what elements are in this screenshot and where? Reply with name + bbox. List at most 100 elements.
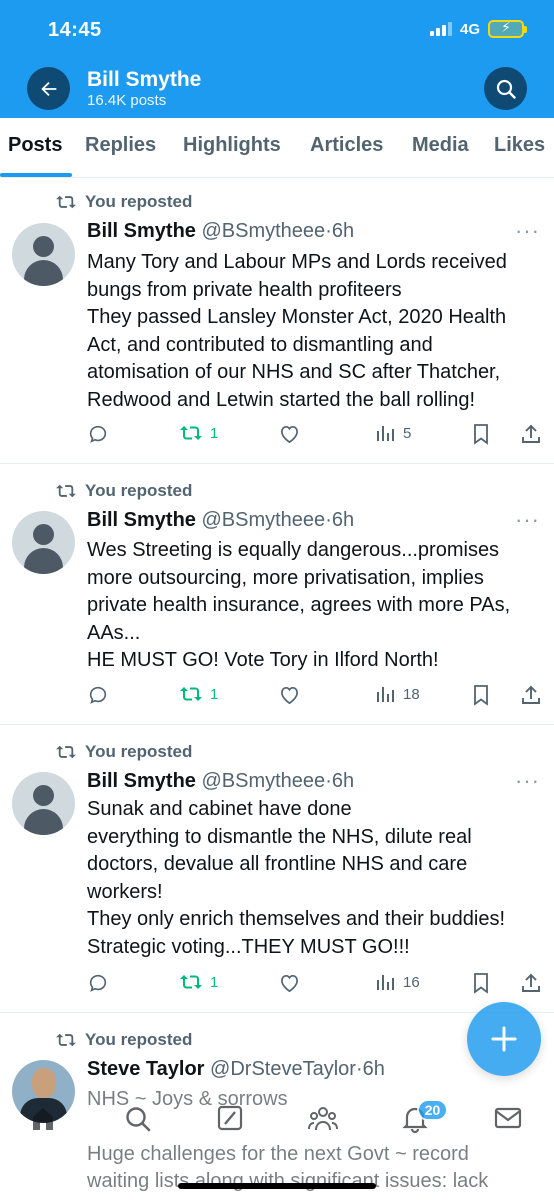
repost-icon [180, 426, 202, 440]
status-time: 14:45 [48, 19, 102, 41]
view-count: 5 [403, 424, 412, 442]
repost-indicator: You reposted [55, 481, 192, 501]
post-count: 16.4K posts [87, 92, 167, 109]
bookmark-icon [474, 973, 488, 994]
tab-likes[interactable]: Likes [494, 134, 545, 157]
more-options-icon[interactable]: ··· [515, 218, 540, 244]
share-button[interactable] [520, 423, 542, 445]
search-button[interactable] [484, 67, 527, 110]
reply-icon [89, 425, 107, 443]
author-handle: @BSmytheee [201, 770, 326, 792]
post-time: 6h [331, 220, 355, 242]
post-time: 6h [331, 770, 355, 792]
like-button[interactable] [278, 972, 301, 993]
repost-button[interactable]: 1 [179, 972, 218, 992]
heart-icon [281, 686, 298, 705]
network-type: 4G [459, 20, 480, 38]
nav-messages[interactable] [493, 1104, 523, 1137]
like-button[interactable] [278, 684, 301, 705]
like-button[interactable] [278, 423, 301, 444]
post-author: Bill Smythe @BSmytheee·6h [87, 509, 355, 531]
view-count: 16 [403, 973, 420, 991]
back-button[interactable] [27, 67, 70, 110]
author-name[interactable]: Bill Smythe [87, 770, 196, 792]
author-name[interactable]: Bill Smythe [87, 509, 196, 531]
active-tab-indicator [0, 173, 72, 177]
bottom-navigation [0, 1092, 554, 1152]
views-button[interactable]: 18 [376, 684, 420, 704]
post[interactable]: You reposted Bill Smythe @BSmytheee·6h ·… [0, 726, 554, 1013]
compose-button[interactable] [467, 1002, 541, 1076]
author-handle: @BSmytheee [201, 220, 326, 242]
author-name[interactable]: Bill Smythe [87, 220, 196, 242]
tab-highlights[interactable]: Highlights [183, 134, 281, 157]
tab-articles[interactable]: Articles [310, 134, 383, 157]
search-icon [126, 1107, 151, 1132]
reply-icon [89, 974, 107, 992]
reply-icon [89, 686, 107, 704]
heart-icon [281, 974, 298, 993]
bookmark-icon [474, 685, 488, 706]
share-icon [522, 973, 540, 992]
post[interactable]: You reposted Bill Smythe @BSmytheee·6h ·… [0, 465, 554, 725]
post-actions: 1 5 [87, 423, 545, 447]
view-count: 18 [403, 685, 420, 703]
repost-indicator: You reposted [55, 192, 192, 212]
repost-icon [56, 745, 76, 759]
bookmark-button[interactable] [472, 972, 490, 994]
tab-media[interactable]: Media [412, 134, 469, 157]
bookmark-button[interactable] [472, 423, 490, 445]
avatar[interactable] [12, 511, 75, 574]
nav-communities[interactable] [307, 1104, 339, 1139]
author-name[interactable]: Steve Taylor [87, 1058, 204, 1080]
post-time: 6h [362, 1058, 385, 1080]
status-indicators: 4G ⚡ [429, 19, 527, 38]
repost-button[interactable]: 1 [179, 684, 218, 704]
repost-icon [180, 687, 202, 701]
post-text: Sunak and cabinet have done everything to… [87, 798, 506, 958]
profile-header: 14:45 4G ⚡ Bill Smythe 16.4K posts [0, 0, 554, 118]
reply-button[interactable] [87, 684, 109, 706]
nav-grok[interactable] [216, 1104, 244, 1137]
repost-button[interactable]: 1 [179, 423, 218, 443]
repost-count: 1 [210, 424, 219, 442]
profile-tabs: Posts Replies Highlights Articles Media … [0, 118, 554, 178]
post[interactable]: You reposted Bill Smythe @BSmytheee·6h ·… [0, 179, 554, 464]
plus-icon [491, 1026, 517, 1052]
signal-icon [429, 22, 452, 36]
battery-icon: ⚡ [488, 19, 527, 38]
post-author: Bill Smythe @BSmytheee·6h [87, 770, 355, 792]
home-indicator [178, 1183, 376, 1189]
avatar[interactable] [12, 772, 75, 835]
reply-button[interactable] [87, 423, 109, 445]
views-button[interactable]: 5 [376, 423, 411, 443]
heart-icon [281, 425, 298, 444]
post-time: 6h [331, 509, 355, 531]
post-author: Bill Smythe @BSmytheee·6h [87, 220, 355, 242]
communities-icon [308, 1107, 338, 1131]
more-options-icon[interactable]: ··· [515, 768, 540, 794]
nav-home[interactable] [28, 1104, 58, 1139]
more-options-icon[interactable]: ··· [515, 507, 540, 533]
tab-posts[interactable]: Posts [8, 134, 62, 157]
mail-icon [494, 1107, 522, 1129]
repost-icon [56, 195, 76, 209]
repost-indicator: You reposted [55, 742, 192, 762]
bookmark-icon [474, 424, 488, 445]
post-author: Steve Taylor @DrSteveTaylor·6h [87, 1058, 385, 1080]
share-button[interactable] [520, 684, 542, 706]
avatar[interactable] [12, 223, 75, 286]
reply-button[interactable] [87, 972, 109, 994]
views-button[interactable]: 16 [376, 972, 420, 992]
views-icon [377, 687, 394, 702]
share-button[interactable] [520, 972, 542, 994]
nav-search[interactable] [123, 1104, 153, 1139]
views-icon [377, 975, 394, 990]
bookmark-button[interactable] [472, 684, 490, 706]
post-text: Wes Streeting is equally dangerous...pro… [87, 539, 511, 671]
repost-icon [56, 1033, 76, 1047]
profile-title: Bill Smythe 16.4K posts [87, 68, 201, 110]
tab-replies[interactable]: Replies [85, 134, 156, 157]
repost-count: 1 [210, 685, 219, 703]
views-icon [377, 426, 394, 441]
